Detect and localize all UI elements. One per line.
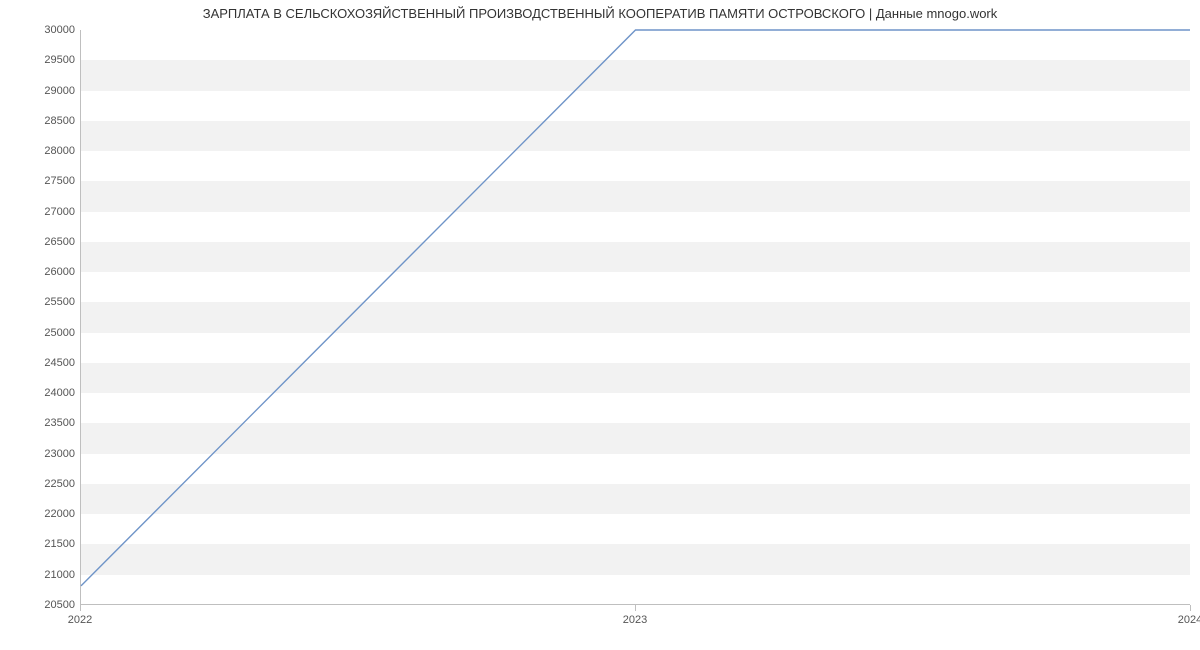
- x-tick-label: 2023: [623, 614, 647, 626]
- y-tick-label: 23000: [5, 448, 75, 460]
- y-tick-label: 24000: [5, 387, 75, 399]
- x-tick: [1190, 605, 1191, 611]
- y-tick-label: 25500: [5, 296, 75, 308]
- y-tick-label: 24500: [5, 357, 75, 369]
- plot-area: [80, 30, 1190, 605]
- y-tick-label: 20500: [5, 599, 75, 611]
- y-tick-label: 21000: [5, 569, 75, 581]
- x-tick-label: 2022: [68, 614, 92, 626]
- y-tick-label: 29000: [5, 85, 75, 97]
- series-line: [81, 30, 1190, 586]
- y-tick-label: 25000: [5, 327, 75, 339]
- y-tick-label: 21500: [5, 538, 75, 550]
- y-tick-label: 30000: [5, 24, 75, 36]
- y-tick-label: 28000: [5, 145, 75, 157]
- x-tick-label: 2024: [1178, 614, 1200, 626]
- y-tick-label: 26000: [5, 266, 75, 278]
- chart-title: ЗАРПЛАТА В СЕЛЬСКОХОЗЯЙСТВЕННЫЙ ПРОИЗВОД…: [0, 6, 1200, 21]
- y-tick-label: 22500: [5, 478, 75, 490]
- salary-line-chart: ЗАРПЛАТА В СЕЛЬСКОХОЗЯЙСТВЕННЫЙ ПРОИЗВОД…: [0, 0, 1200, 650]
- y-tick-label: 22000: [5, 508, 75, 520]
- y-tick-label: 23500: [5, 417, 75, 429]
- y-tick-label: 28500: [5, 115, 75, 127]
- x-tick: [80, 605, 81, 611]
- y-tick-label: 27500: [5, 175, 75, 187]
- y-tick-label: 29500: [5, 54, 75, 66]
- y-tick-label: 26500: [5, 236, 75, 248]
- y-tick-label: 27000: [5, 206, 75, 218]
- series-svg: [81, 30, 1190, 604]
- x-tick: [635, 605, 636, 611]
